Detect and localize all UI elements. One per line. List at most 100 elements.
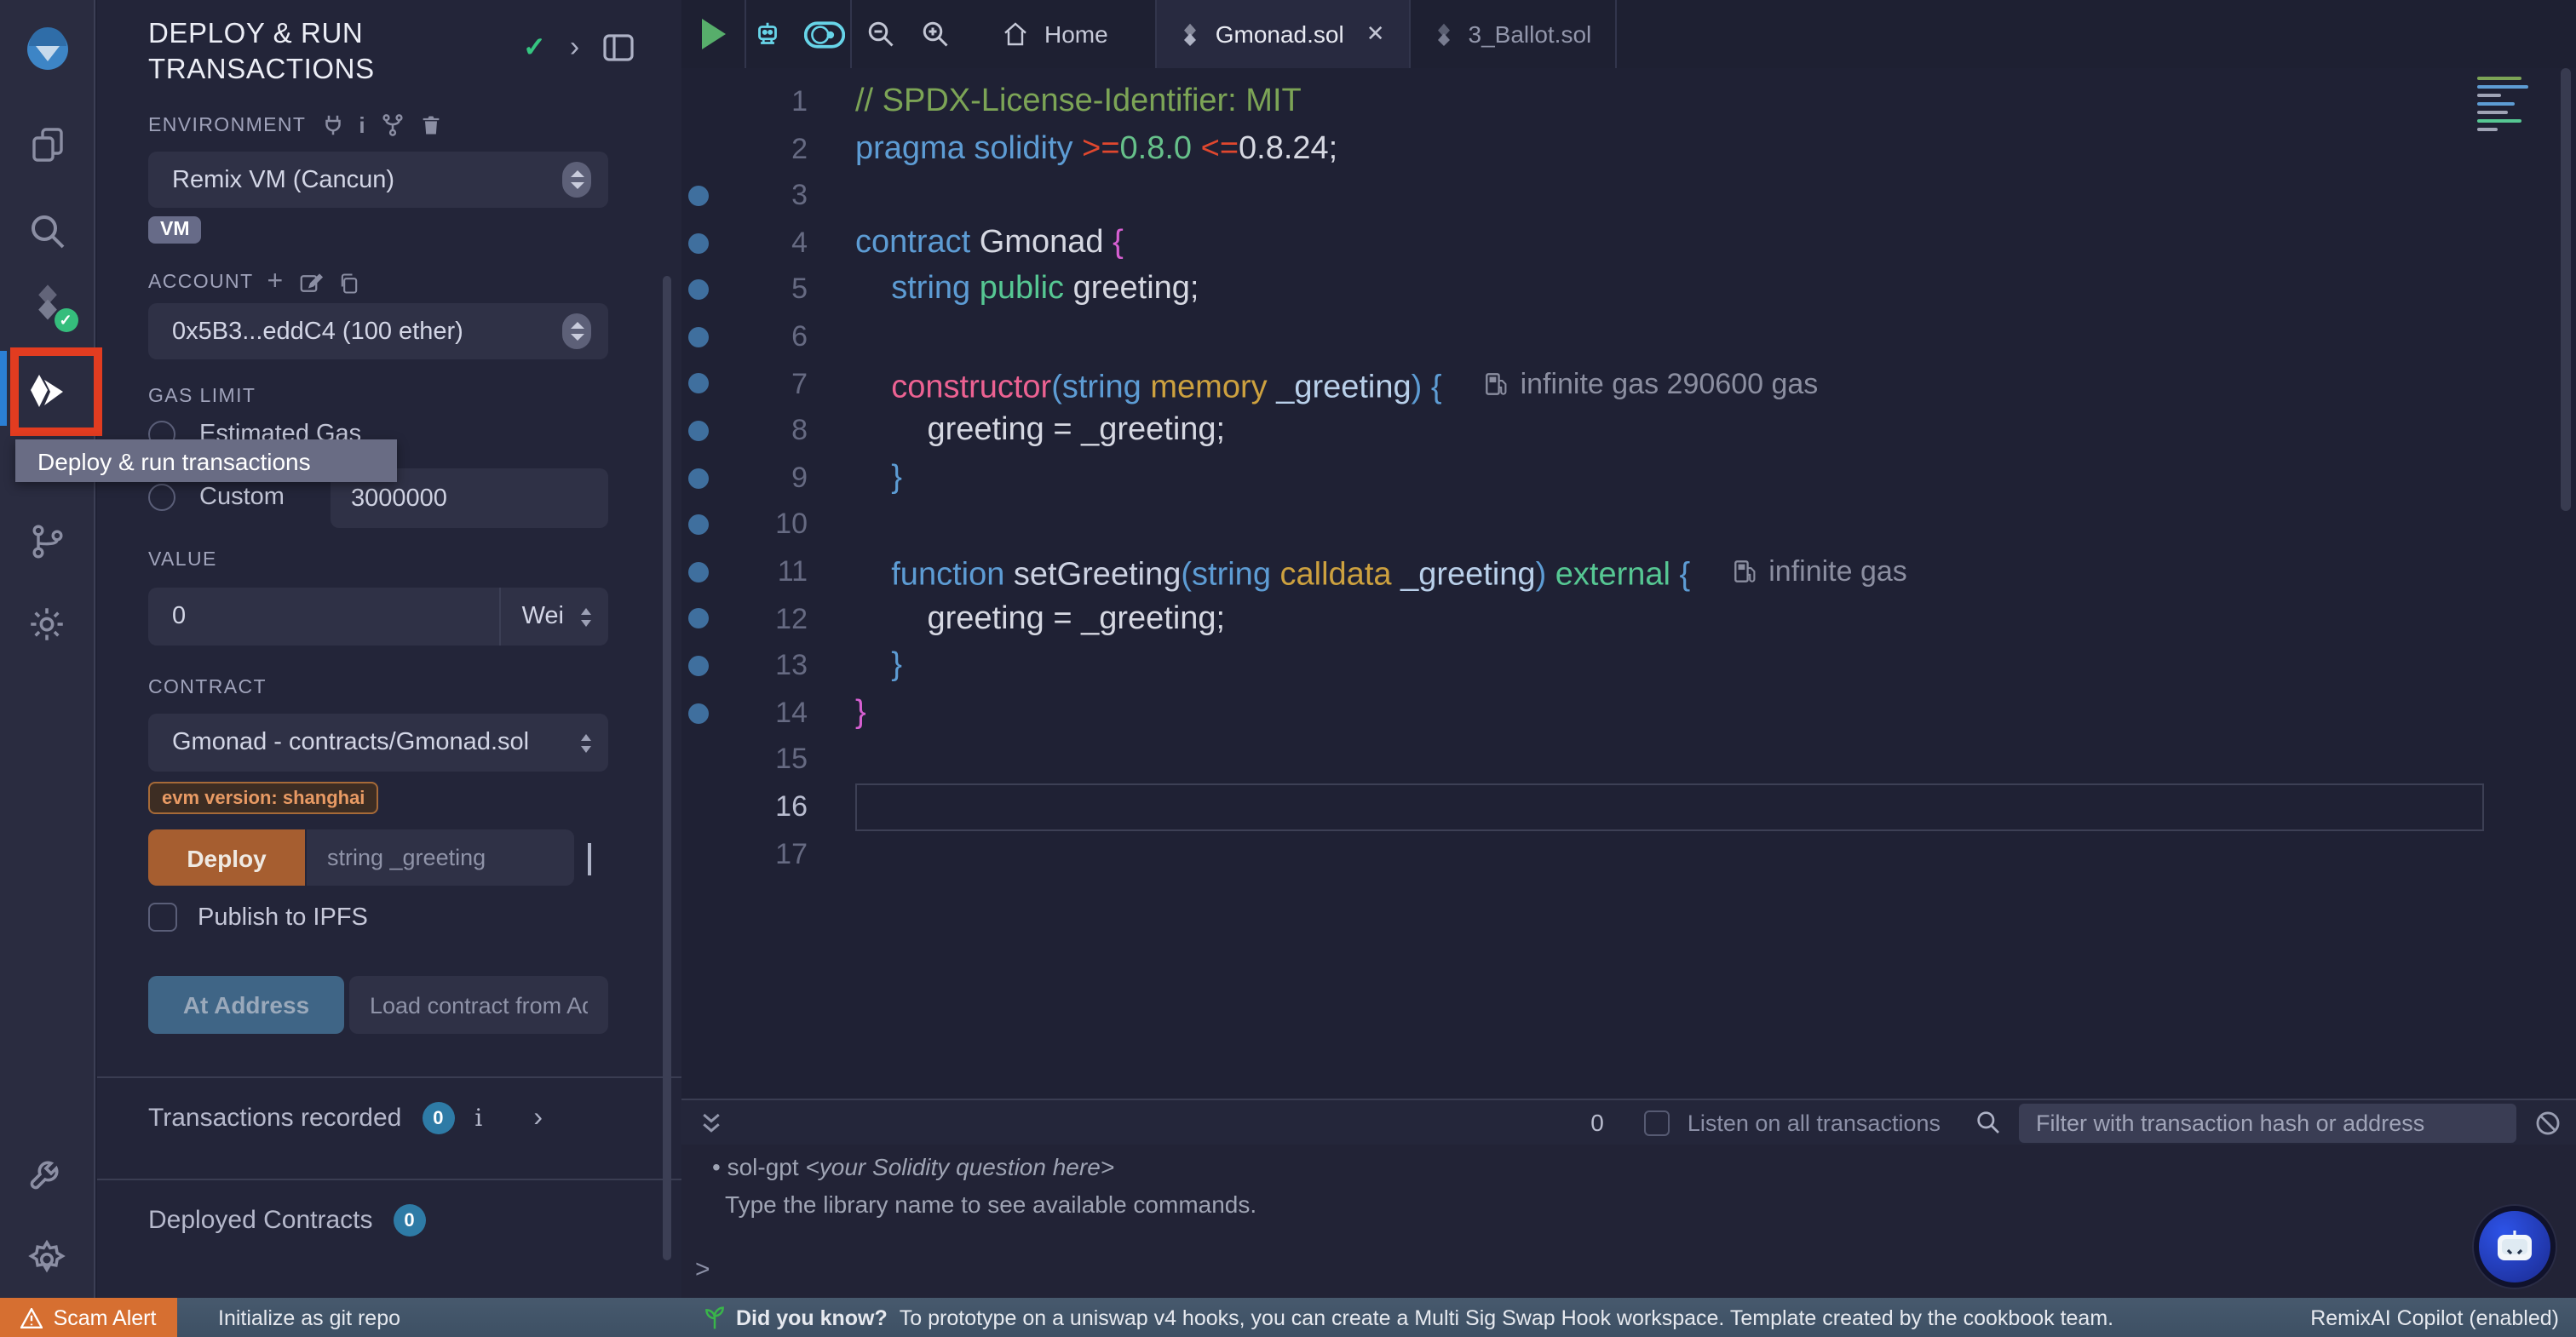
code-line[interactable]: 13 }: [681, 642, 2576, 689]
minimap[interactable]: [2477, 77, 2532, 131]
gutter-dot-icon[interactable]: [688, 279, 709, 300]
editor-toolbar: Home Gmonad.sol ✕ 3_Ballot.sol: [681, 0, 2576, 68]
fork-env-icon[interactable]: [380, 112, 405, 138]
clear-terminal-icon[interactable]: [2533, 1108, 2562, 1137]
line-number: 9: [716, 455, 808, 502]
editor-scrollbar[interactable]: [2561, 68, 2571, 511]
zoom-in-icon[interactable]: [920, 19, 951, 49]
deploy-run-panel: DEPLOY & RUN TRANSACTIONS ✓ › ENVIRONMEN…: [97, 0, 681, 1298]
did-you-know: Did you know? To prototype on a uniswap …: [705, 1298, 2113, 1337]
expand-deploy-chevron-icon[interactable]: [588, 843, 591, 874]
code-line[interactable]: 8 greeting = _greeting;: [681, 407, 2576, 454]
transactions-recorded-row[interactable]: Transactions recorded 0 i ›: [148, 1102, 543, 1134]
code-line[interactable]: 17: [681, 830, 2576, 877]
add-account-icon[interactable]: +: [267, 267, 285, 298]
listen-all-checkbox[interactable]: [1645, 1110, 1670, 1135]
git-init-button[interactable]: Initialize as git repo: [218, 1298, 400, 1337]
delete-env-icon[interactable]: [419, 112, 443, 138]
code-line[interactable]: 14}: [681, 689, 2576, 736]
gutter-dot-icon[interactable]: [688, 609, 709, 629]
code-line[interactable]: 6: [681, 313, 2576, 360]
terminal-filter-input[interactable]: [2019, 1103, 2516, 1142]
custom-gas-radio[interactable]: [148, 484, 175, 511]
gutter-dot-icon[interactable]: [688, 561, 709, 582]
solidity-compiler-icon[interactable]: ✓: [25, 281, 69, 325]
environment-select[interactable]: Remix VM (Cancun): [148, 152, 608, 208]
code-editor[interactable]: 1// SPDX-License-Identifier: MIT2pragma …: [681, 68, 2576, 1099]
gutter-dot-icon[interactable]: [688, 656, 709, 676]
gutter-dot-icon[interactable]: [688, 421, 709, 441]
tab-gmonad[interactable]: Gmonad.sol ✕: [1158, 0, 1411, 68]
gutter-dot-icon[interactable]: [688, 468, 709, 488]
copy-account-icon[interactable]: [337, 270, 361, 296]
code-line[interactable]: 5 string public greeting;: [681, 267, 2576, 313]
transactions-expand-chevron-icon[interactable]: ›: [533, 1103, 543, 1133]
gutter-dot-icon[interactable]: [688, 374, 709, 394]
code-line[interactable]: 1// SPDX-License-Identifier: MIT: [681, 78, 2576, 125]
file-explorer-icon[interactable]: [25, 123, 69, 167]
code-line[interactable]: 2pragma solidity >=0.8.0 <=0.8.24;: [681, 125, 2576, 172]
contract-select[interactable]: Gmonad - contracts/Gmonad.sol: [148, 714, 608, 772]
gutter-dot-icon[interactable]: [688, 232, 709, 253]
code-line[interactable]: 3: [681, 172, 2576, 219]
solidity-file-icon: [1182, 22, 1200, 46]
custom-gas-label: Custom: [199, 484, 285, 511]
pin-panel-icon[interactable]: [603, 34, 634, 61]
remix-ide-window: ✓ DEPLOY & RUN TRANSACTIONS ✓ › ENVIRONM…: [0, 0, 2576, 1337]
deploy-button[interactable]: Deploy: [148, 829, 305, 886]
transactions-info-icon[interactable]: i: [474, 1105, 482, 1132]
expand-terminal-icon[interactable]: [699, 1110, 724, 1135]
line-number: 11: [716, 548, 808, 595]
terminal[interactable]: • sol-gpt <your Solidity question here> …: [681, 1145, 2576, 1298]
search-icon[interactable]: [25, 209, 69, 254]
remix-logo[interactable]: [20, 24, 74, 78]
run-script-button[interactable]: [681, 0, 746, 68]
ai-toggles-segment: [746, 0, 852, 68]
deployed-contracts-label: Deployed Contracts: [148, 1206, 372, 1235]
code-line[interactable]: 15: [681, 737, 2576, 783]
at-address-button[interactable]: At Address: [148, 976, 344, 1034]
copilot-toggle-icon[interactable]: [804, 20, 845, 49]
close-tab-icon[interactable]: ✕: [1366, 20, 1385, 48]
settings-icon[interactable]: [25, 1237, 69, 1281]
gutter-dot-icon[interactable]: [688, 186, 709, 206]
ai-robot-icon[interactable]: [751, 18, 784, 50]
code-line[interactable]: 4contract Gmonad {: [681, 220, 2576, 267]
env-info-icon[interactable]: i: [359, 112, 366, 138]
tab-ballot[interactable]: 3_Ballot.sol: [1411, 0, 1618, 68]
terminal-search-icon[interactable]: [1975, 1109, 2002, 1136]
line-number: 3: [716, 172, 808, 219]
edit-account-icon[interactable]: [298, 270, 324, 296]
plugin-manager-icon[interactable]: [25, 601, 69, 646]
highlight-box: [10, 347, 102, 436]
code-line[interactable]: 9 }: [681, 455, 2576, 502]
terminal-line: • sol-gpt <your Solidity question here>: [681, 1148, 2576, 1185]
code-line[interactable]: 16: [681, 783, 2576, 830]
account-select[interactable]: 0x5B3...eddC4 (100 ether): [148, 303, 608, 359]
account-label: ACCOUNT +: [148, 267, 361, 298]
at-address-input[interactable]: [349, 976, 608, 1034]
publish-ipfs-checkbox[interactable]: [148, 903, 177, 932]
tab-home[interactable]: Home: [964, 0, 1156, 68]
ai-assistant-button[interactable]: [2474, 1206, 2556, 1288]
plug-icon[interactable]: [319, 112, 345, 138]
constructor-arg-input[interactable]: [307, 829, 574, 886]
editor-area: Home Gmonad.sol ✕ 3_Ballot.sol 1// SPDX-…: [681, 0, 2576, 1298]
collapse-chevron-icon[interactable]: ›: [570, 31, 579, 65]
scam-alert-button[interactable]: Scam Alert: [0, 1298, 177, 1337]
tools-icon[interactable]: [25, 1153, 69, 1197]
code-line[interactable]: 12 greeting = _greeting;: [681, 595, 2576, 642]
zoom-out-icon[interactable]: [865, 19, 896, 49]
gutter-dot-icon[interactable]: [688, 703, 709, 723]
copilot-status[interactable]: RemixAI Copilot (enabled): [2310, 1298, 2559, 1337]
gutter-dot-icon[interactable]: [688, 327, 709, 347]
value-input[interactable]: 0: [172, 603, 500, 630]
gutter-dot-icon[interactable]: [688, 514, 709, 535]
code-line[interactable]: 10: [681, 502, 2576, 548]
git-icon[interactable]: [25, 519, 69, 564]
code-line[interactable]: 11 function setGreeting(string calldata …: [681, 548, 2576, 595]
panel-scrollbar[interactable]: [663, 276, 671, 1260]
code-line[interactable]: 7 constructor(string memory _greeting) {…: [681, 360, 2576, 407]
value-unit-select[interactable]: Wei: [500, 588, 608, 646]
vm-badge: VM: [148, 216, 202, 244]
